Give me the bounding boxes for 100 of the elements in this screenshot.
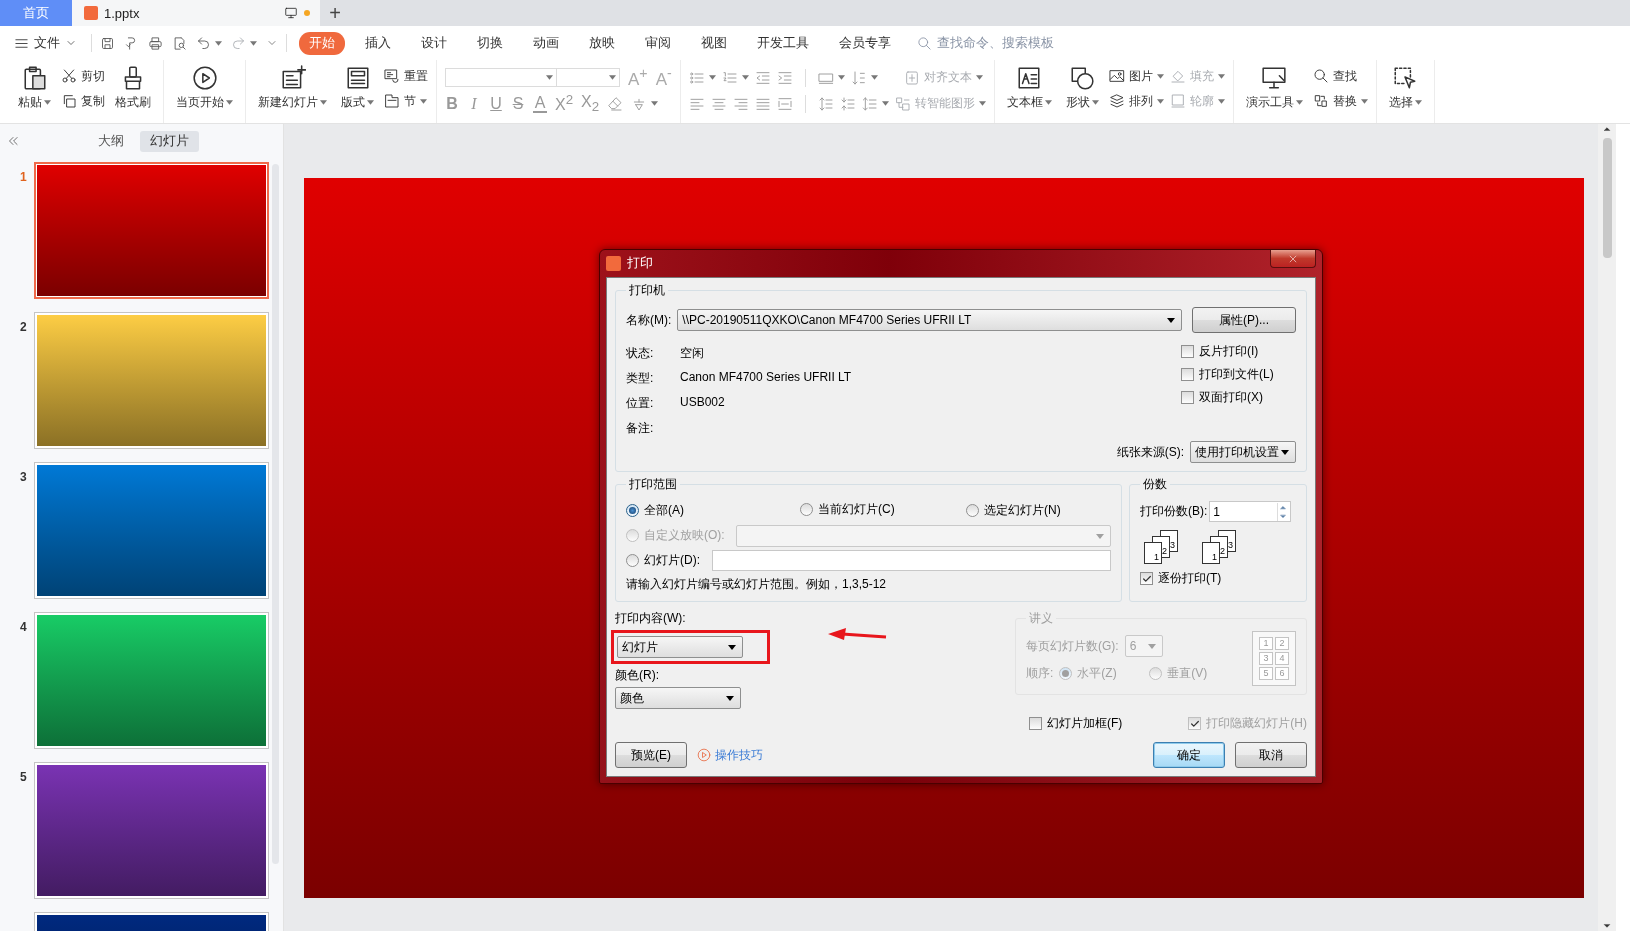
presenter-tools-button[interactable]: 演示工具 (1241, 63, 1307, 113)
paste-button[interactable]: 粘贴 (14, 63, 55, 113)
checkbox[interactable]: 打印到文件(L) (1181, 366, 1296, 383)
radio-button[interactable] (626, 553, 639, 567)
new-slide-button[interactable]: 新建幻灯片 (254, 63, 331, 113)
field-label: 纸张来源(S): (1116, 443, 1184, 461)
slide-thumbnail[interactable] (34, 312, 269, 449)
ribbon-tab[interactable]: 动画 (523, 31, 569, 55)
slide-thumbnail[interactable] (34, 462, 269, 599)
field-label: 名称(M): (626, 311, 672, 329)
slide-thumbnail[interactable] (34, 162, 269, 299)
search-icon (1312, 68, 1329, 84)
radio-button[interactable] (626, 503, 639, 517)
caret-icon (609, 75, 616, 80)
arrange-button[interactable]: 排列 (1108, 91, 1164, 111)
ribbon-tab[interactable]: 开发工具 (747, 31, 819, 55)
checkmark-icon (1141, 573, 1152, 584)
copy-button[interactable]: 复制 (61, 91, 105, 111)
field-label: 每页幻灯片数(G): (1026, 637, 1119, 655)
hint-text: 请输入幻灯片编号或幻灯片范围。例如，1,3,5-12 (626, 577, 887, 591)
paper-source-select[interactable]: 使用打印机设置 (1190, 441, 1296, 463)
font-size-field[interactable] (556, 68, 620, 87)
radio-label[interactable]: 选定幻灯片(N) (984, 501, 1061, 519)
field-label: 打印内容(W): (615, 610, 687, 627)
format-painter-button[interactable]: 格式刷 (111, 63, 155, 113)
ribbon-tab[interactable]: 审阅 (635, 31, 681, 55)
document-tab[interactable]: 1.pptx (72, 0, 320, 26)
print-content-select[interactable]: 幻灯片 (617, 636, 743, 658)
picture-button[interactable]: 图片 (1108, 66, 1164, 86)
ribbon-tab[interactable]: 切换 (467, 31, 513, 55)
ribbon-tab[interactable]: 设计 (411, 31, 457, 55)
select-button[interactable]: 选择 (1384, 63, 1426, 113)
new-tab-button[interactable]: + (320, 0, 350, 26)
search-icon (917, 35, 932, 51)
text-box-icon (1016, 65, 1043, 91)
ribbon-tab[interactable]: 会员专享 (829, 31, 901, 55)
page-stack-drawing: 3 2 1 (1144, 530, 1180, 564)
numbering-icon (721, 69, 738, 86)
fill-icon (1169, 68, 1186, 84)
slide-canvas[interactable] (304, 178, 1584, 898)
color-select[interactable]: 颜色 (615, 687, 741, 709)
slide-thumbnail[interactable] (34, 762, 269, 899)
find-button[interactable]: 查找 (1312, 66, 1368, 86)
scrollbar[interactable] (1598, 124, 1616, 931)
printer-select[interactable]: \\PC-20190511QXKO\Canon MF4700 Series UFRII LT (677, 309, 1182, 331)
cut-button[interactable]: 剪切 (61, 66, 105, 86)
ok-button[interactable]: 确定 (1153, 742, 1225, 768)
close-button[interactable] (1270, 250, 1316, 268)
dropdown-arrow-icon (1167, 317, 1175, 323)
ribbon-tab[interactable]: 插入 (355, 31, 401, 55)
font-name-field[interactable] (445, 68, 557, 87)
section-button[interactable]: 节 (384, 91, 428, 111)
slide-thumbnail[interactable] (34, 612, 269, 749)
panel-tab[interactable]: 大纲 (88, 130, 134, 152)
group-title: 讲义 (1028, 610, 1054, 627)
presentation-file-icon (84, 6, 98, 20)
search-field[interactable]: 查找命令、搜索模板 (917, 35, 1059, 51)
panel-tab[interactable]: 幻灯片 (140, 130, 199, 152)
text-box-button[interactable]: 文本框 (1002, 63, 1056, 113)
ribbon-tab[interactable]: 放映 (579, 31, 625, 55)
checkbox[interactable]: 逐份打印(T) (1140, 570, 1222, 587)
print-preview-button[interactable] (172, 35, 187, 51)
checkbox[interactable]: 双面打印(X) (1181, 389, 1296, 406)
shape-button[interactable]: 形状 (1061, 63, 1103, 113)
cancel-button[interactable]: 取消 (1235, 742, 1307, 768)
radio-label[interactable]: 全部(A) (644, 501, 684, 519)
copy-icon (61, 93, 77, 109)
ribbon-tab[interactable]: 视图 (691, 31, 737, 55)
radio-label[interactable]: 当前幻灯片(C) (818, 501, 895, 518)
checkbox[interactable]: 反片打印(I) (1181, 343, 1296, 360)
caret-icon (651, 101, 659, 106)
tips-link[interactable]: 操作技巧 (697, 746, 763, 764)
reset-button[interactable]: 重置 (384, 66, 428, 86)
save-button[interactable] (100, 35, 115, 51)
scissors-icon (61, 68, 77, 84)
replace-button[interactable]: 替换 (1312, 91, 1368, 111)
file-menu[interactable]: 文件 (14, 34, 83, 52)
collapse-button[interactable] (6, 134, 20, 148)
clear-format-button[interactable] (607, 95, 624, 112)
print-button[interactable] (148, 35, 163, 51)
checkmark-icon (1189, 718, 1200, 729)
play-from-current-button[interactable]: 当页开始 (172, 63, 237, 113)
picture-icon (1108, 68, 1125, 84)
properties-button[interactable]: 属性(P)... (1192, 307, 1296, 333)
distribute-icon (776, 95, 793, 112)
new-slide-icon (279, 65, 306, 91)
slide-range-field[interactable] (712, 550, 1111, 571)
radio-button[interactable] (800, 503, 813, 516)
layout-button[interactable]: 版式 (337, 63, 378, 113)
scroll-thumb[interactable] (1602, 138, 1612, 258)
line-spacing-icon (861, 95, 878, 112)
copies-field[interactable]: 1 (1209, 501, 1292, 522)
preview-button[interactable]: 预览(E) (615, 742, 687, 768)
group-title: 打印范围 (628, 476, 678, 493)
field-value: Canon MF4700 Series UFRII LT (680, 370, 852, 386)
preview-icon (172, 35, 187, 51)
checkbox[interactable]: 幻灯片加框(F) (1029, 715, 1123, 732)
radio-button[interactable] (966, 503, 979, 517)
radio-label[interactable]: 幻灯片(D): (644, 551, 700, 569)
redo-icon (231, 35, 246, 51)
